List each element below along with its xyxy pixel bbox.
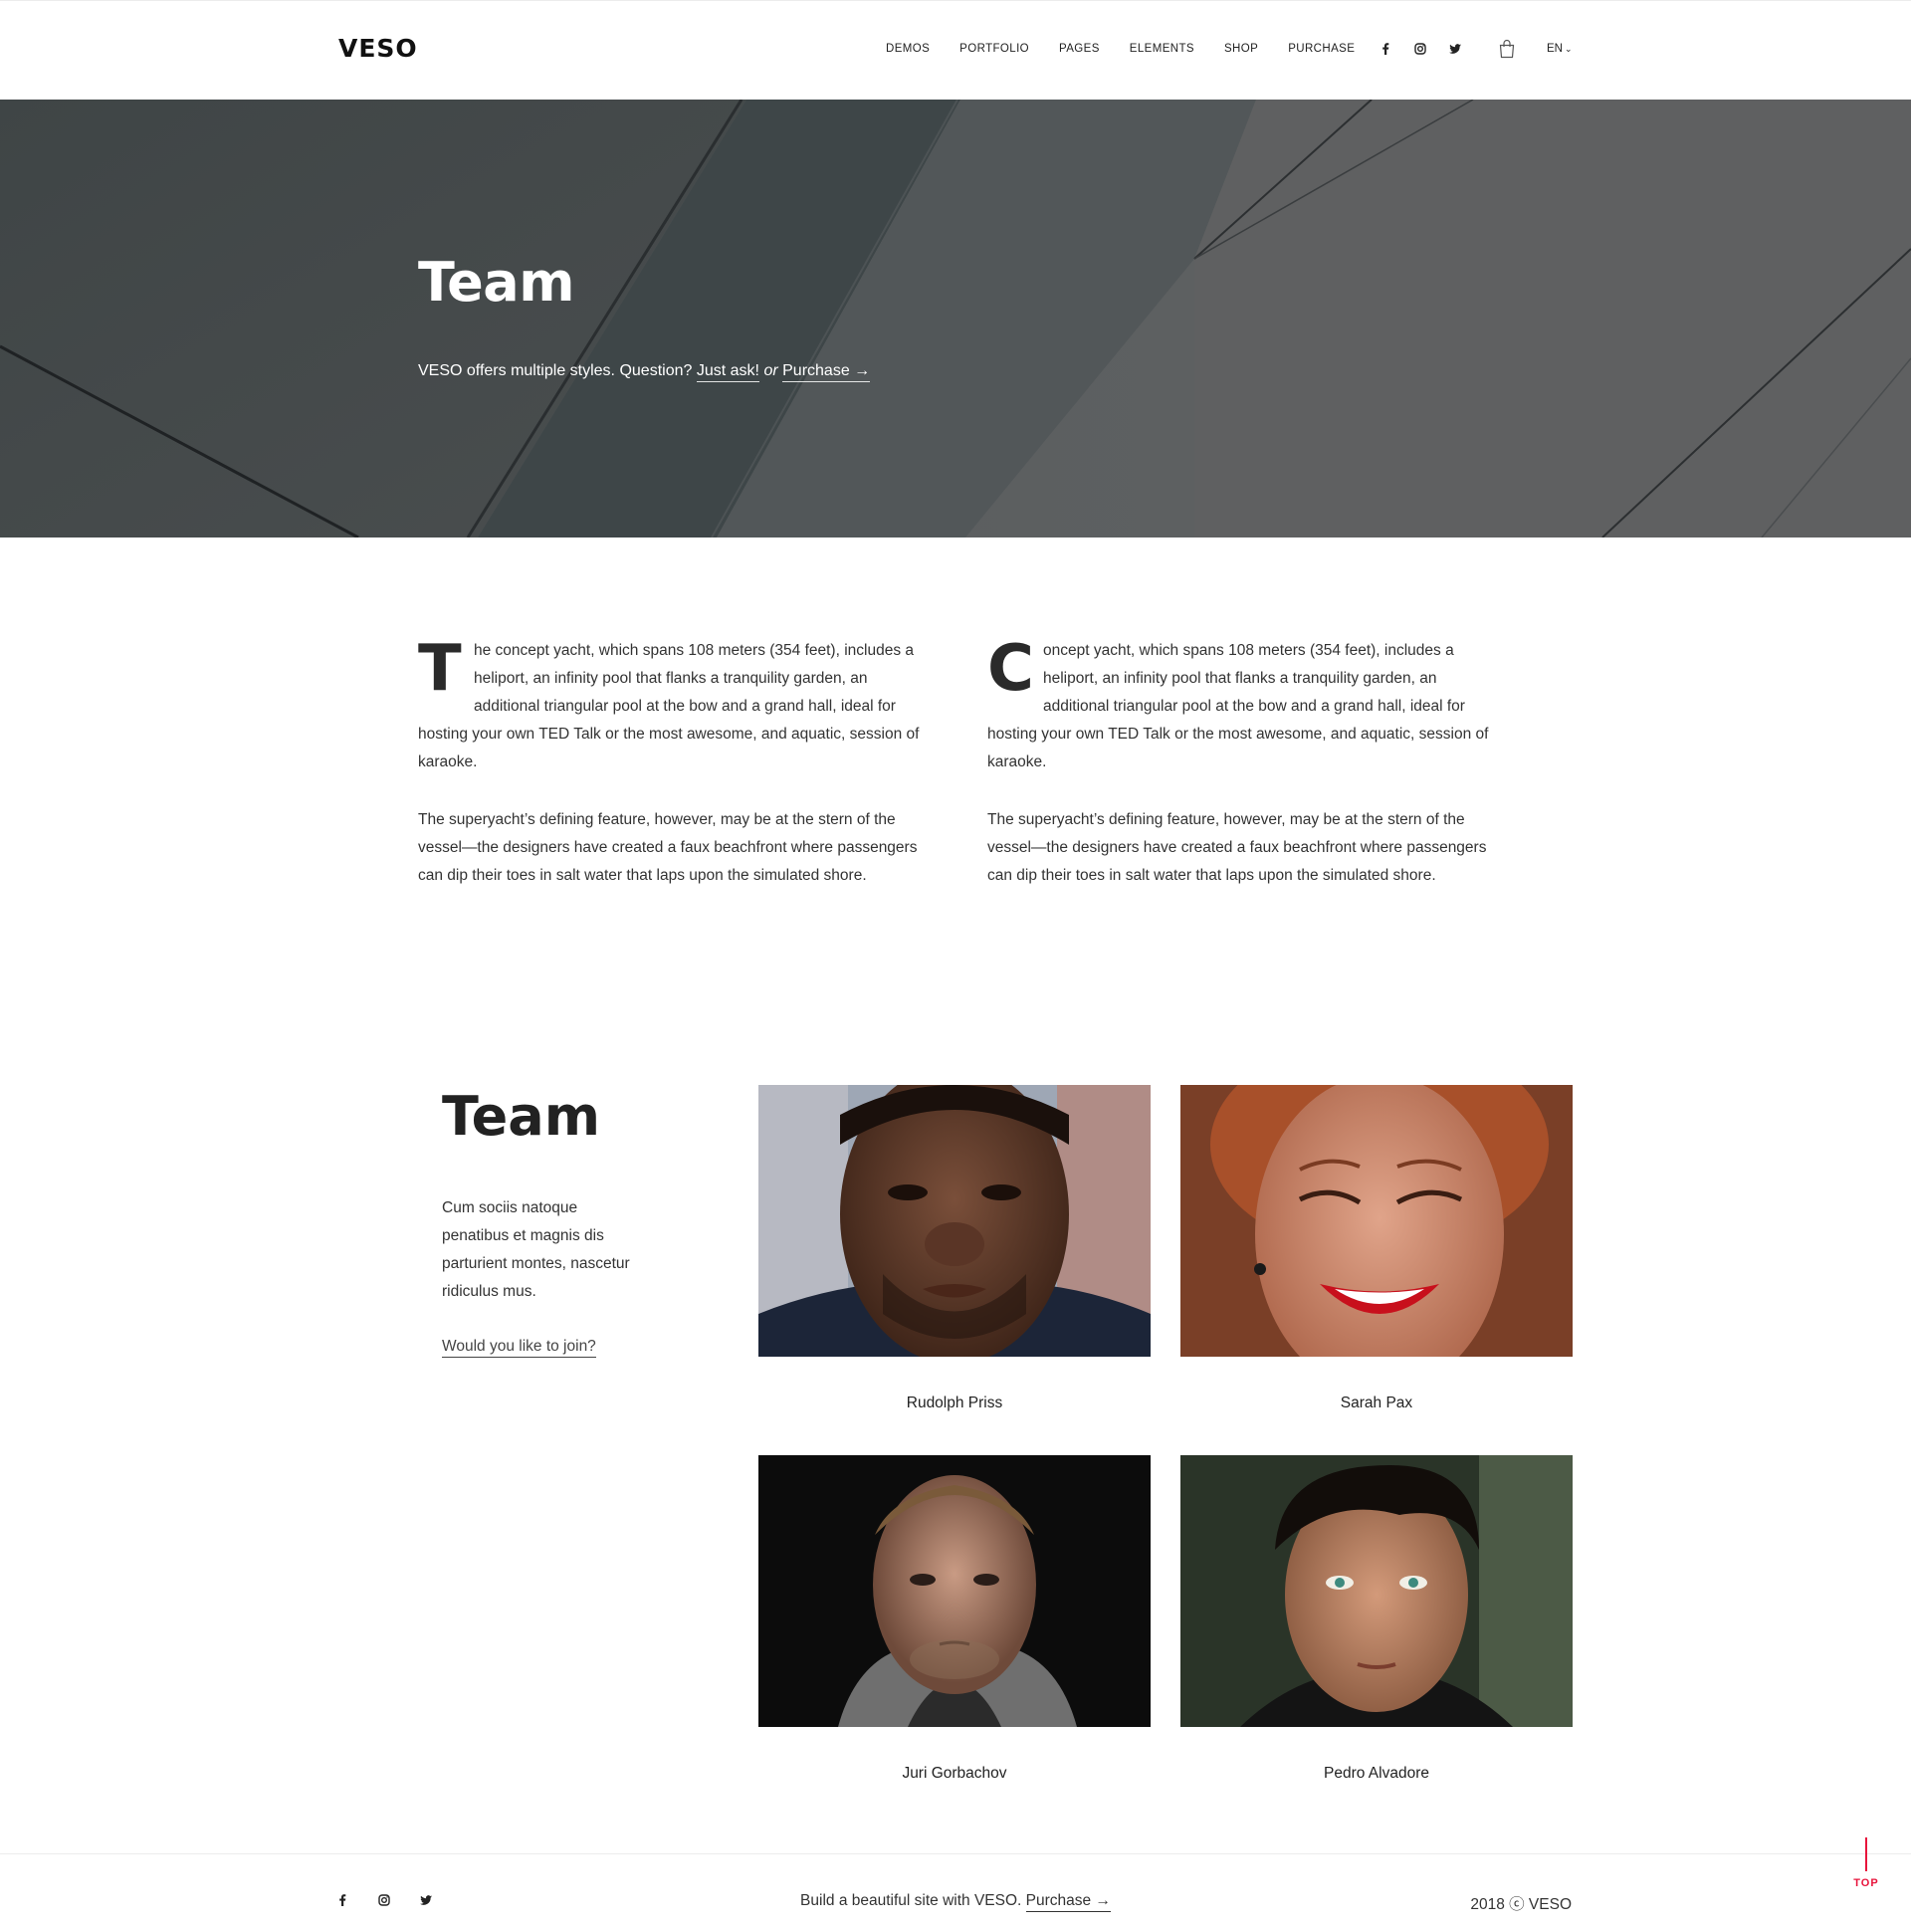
intro-left-paragraph-1: The concept yacht, which spans 108 meter… <box>418 637 928 776</box>
nav-shop[interactable]: SHOP <box>1224 43 1258 55</box>
join-link[interactable]: Would you like to join? <box>442 1338 596 1358</box>
hero-background-image <box>0 100 1911 537</box>
nav-portfolio[interactable]: PORTFOLIO <box>959 43 1029 55</box>
intro-right-p1-text: oncept yacht, which spans 108 meters (35… <box>987 642 1489 770</box>
intro-left-paragraph-2: The superyacht’s defining feature, howev… <box>418 811 918 884</box>
intro-left-p1-text: he concept yacht, which spans 108 meters… <box>418 642 920 770</box>
copyright: 2018 ⓒ VESO <box>1470 1896 1572 1913</box>
site-header: VESO DEMOS PORTFOLIO PAGES ELEMENTS SHOP… <box>0 0 1911 100</box>
logo[interactable]: VESO <box>338 34 418 63</box>
language-selector[interactable]: EN ⌄ <box>1547 43 1573 55</box>
ask-link[interactable]: Just ask! <box>696 362 759 382</box>
team-member-card[interactable]: Juri Gorbachov <box>758 1455 1151 1783</box>
nav-pages[interactable]: PAGES <box>1059 43 1100 55</box>
member-photo[interactable] <box>758 1085 1151 1357</box>
member-photo[interactable] <box>758 1455 1151 1727</box>
footer-tagline-text: Build a beautiful site with VESO. <box>800 1892 1022 1909</box>
header-social-links <box>1378 41 1463 57</box>
footer-purchase-link[interactable]: Purchase → <box>1025 1892 1111 1912</box>
member-name: Pedro Alvadore <box>1324 1765 1429 1782</box>
team-member-card[interactable]: Pedro Alvadore <box>1180 1455 1573 1783</box>
member-name: Rudolph Priss <box>906 1395 1003 1411</box>
team-heading: Team <box>442 1085 600 1148</box>
hero-purchase-link[interactable]: Purchase → <box>782 362 871 382</box>
hero-banner: Team VESO offers multiple styles. Questi… <box>0 100 1911 537</box>
intro-column-right: Concept yacht, which spans 108 meters (3… <box>987 637 1497 920</box>
page-title: Team <box>418 251 575 314</box>
dropcap: T <box>418 632 462 706</box>
or-text: or <box>763 362 778 379</box>
shopping-bag-icon[interactable] <box>1498 39 1516 59</box>
instagram-icon[interactable] <box>1412 41 1428 57</box>
dropcap: C <box>987 632 1034 706</box>
nav-demos[interactable]: DEMOS <box>886 43 930 55</box>
intro-right-paragraph-2: The superyacht’s defining feature, howev… <box>987 811 1487 884</box>
hero-subtitle: VESO offers multiple styles. Question? J… <box>418 362 871 382</box>
intro-right-paragraph-1: Concept yacht, which spans 108 meters (3… <box>987 637 1497 776</box>
top-label: TOP <box>1853 1877 1879 1889</box>
language-label: EN <box>1547 43 1563 55</box>
footer-tagline: Build a beautiful site with VESO. Purcha… <box>0 1892 1911 1912</box>
nav-elements[interactable]: ELEMENTS <box>1130 43 1194 55</box>
top-line-icon <box>1865 1837 1867 1871</box>
member-name: Sarah Pax <box>1340 1395 1413 1411</box>
main-nav: DEMOS PORTFOLIO PAGES ELEMENTS SHOP PURC… <box>886 43 1384 55</box>
team-member-card[interactable]: Rudolph Priss <box>758 1085 1151 1412</box>
nav-purchase[interactable]: PURCHASE <box>1288 43 1355 55</box>
member-photo[interactable] <box>1180 1455 1573 1727</box>
hero-subtitle-text: VESO offers multiple styles. Question? <box>418 362 693 379</box>
back-to-top-button[interactable]: TOP <box>1851 1837 1881 1889</box>
team-member-card[interactable]: Sarah Pax <box>1180 1085 1573 1412</box>
intro-column-left: The concept yacht, which spans 108 meter… <box>418 637 928 920</box>
site-footer: Build a beautiful site with VESO. Purcha… <box>0 1853 1911 1932</box>
chevron-down-icon: ⌄ <box>1564 44 1573 54</box>
facebook-icon[interactable] <box>1378 41 1393 57</box>
member-name: Juri Gorbachov <box>902 1765 1007 1782</box>
team-description: Cum sociis natoque penatibus et magnis d… <box>442 1199 630 1300</box>
twitter-icon[interactable] <box>1447 41 1463 57</box>
member-photo[interactable] <box>1180 1085 1573 1357</box>
